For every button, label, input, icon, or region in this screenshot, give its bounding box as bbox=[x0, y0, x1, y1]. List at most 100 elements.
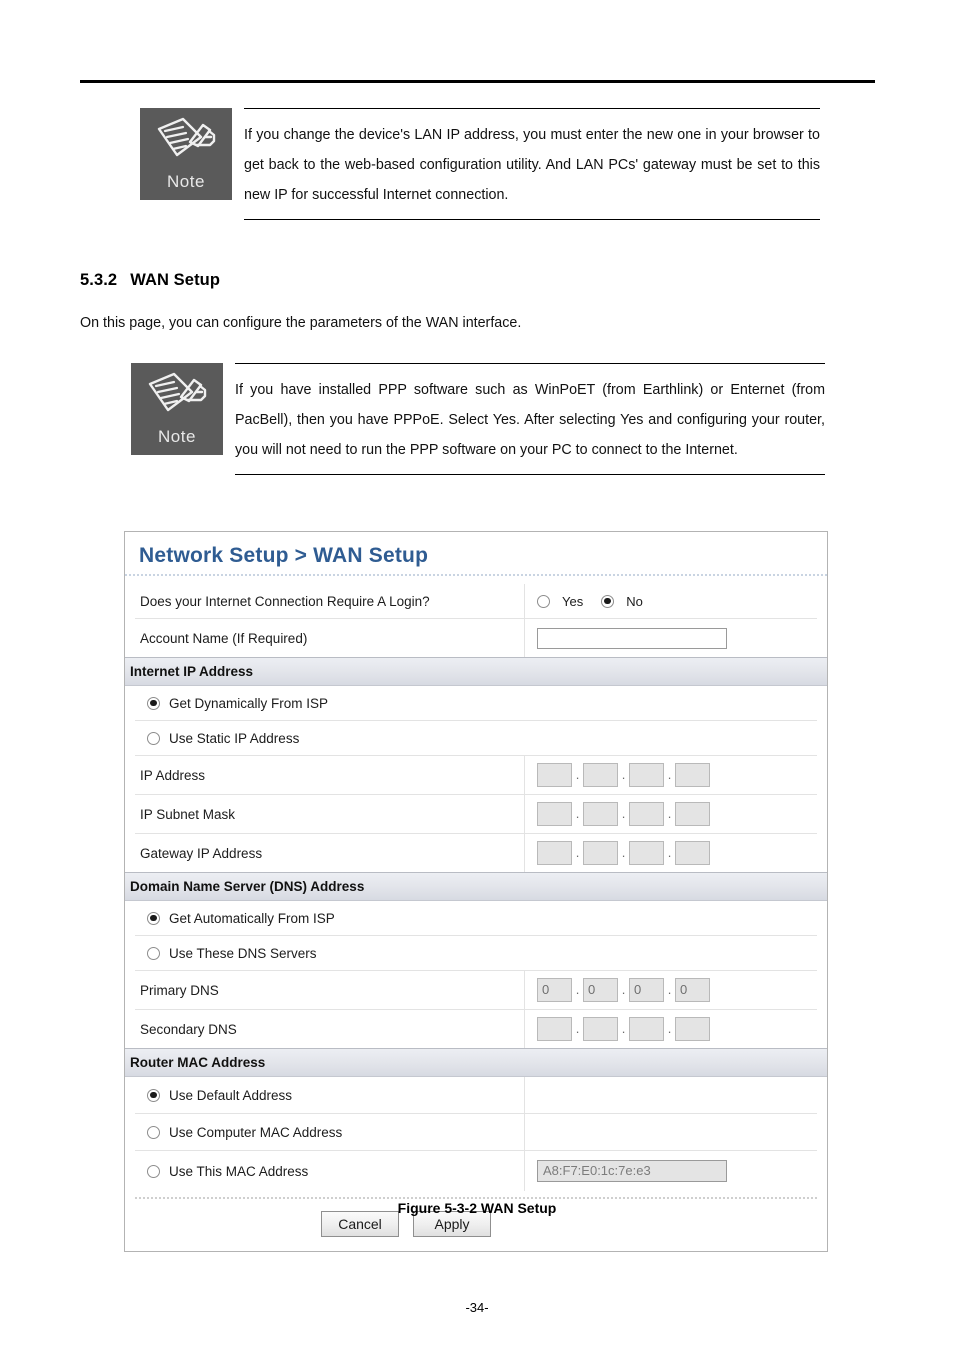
row-mac-computer[interactable]: Use Computer MAC Address bbox=[135, 1114, 817, 1151]
octet-separator: . bbox=[575, 845, 580, 860]
label-account-name: Account Name (If Required) bbox=[135, 619, 525, 657]
octet-group-gateway-ip[interactable]: . . . bbox=[537, 841, 710, 865]
octet-2[interactable]: 0 bbox=[583, 978, 618, 1002]
note-icon: Note bbox=[131, 363, 223, 455]
option-get-dynamically[interactable]: Get Dynamically From ISP bbox=[135, 686, 328, 720]
row-use-static-ip[interactable]: Use Static IP Address bbox=[135, 721, 817, 756]
radio-login-yes[interactable] bbox=[537, 594, 550, 608]
octet-group-ip-subnet-mask[interactable]: . . . bbox=[537, 802, 710, 826]
octet-1[interactable] bbox=[537, 802, 572, 826]
octet-2[interactable] bbox=[583, 841, 618, 865]
value-ip-subnet-mask: . . . bbox=[525, 795, 817, 833]
octet-separator: . bbox=[621, 982, 626, 997]
octet-separator: . bbox=[575, 982, 580, 997]
radio-mac-default[interactable] bbox=[147, 1088, 160, 1102]
option-dns-manual[interactable]: Use These DNS Servers bbox=[135, 936, 317, 970]
label-dns-auto: Get Automatically From ISP bbox=[169, 910, 335, 926]
note-icon-label: Note bbox=[167, 172, 205, 191]
octet-separator: . bbox=[621, 806, 626, 821]
section-intro-text: On this page, you can configure the para… bbox=[80, 315, 522, 331]
octet-4[interactable] bbox=[675, 1017, 710, 1041]
option-mac-default[interactable]: Use Default Address bbox=[135, 1077, 525, 1113]
octet-3[interactable] bbox=[629, 841, 664, 865]
note-body: If you have installed PPP software such … bbox=[235, 363, 825, 475]
value-mac-this: A8:F7:E0:1c:7e:e3 bbox=[525, 1151, 817, 1191]
note-block-lan-ip: Note If you change the device's LAN IP a… bbox=[140, 108, 820, 220]
radio-mac-this[interactable] bbox=[147, 1164, 160, 1178]
row-primary-dns: Primary DNS 0 . 0 . 0 . 0 bbox=[135, 971, 817, 1010]
octet-4[interactable] bbox=[675, 802, 710, 826]
breadcrumb-title: Network Setup > WAN Setup bbox=[139, 544, 429, 567]
mac-address-input[interactable]: A8:F7:E0:1c:7e:e3 bbox=[537, 1160, 727, 1182]
row-dns-manual[interactable]: Use These DNS Servers bbox=[135, 936, 817, 971]
radio-row-mac-this[interactable]: Use This MAC Address bbox=[135, 1164, 308, 1179]
row-gateway-ip-address: Gateway IP Address . . . bbox=[135, 834, 817, 872]
label-dns-manual: Use These DNS Servers bbox=[169, 945, 317, 961]
section-title: WAN Setup bbox=[130, 271, 221, 289]
radio-row-mac-default[interactable]: Use Default Address bbox=[135, 1088, 292, 1103]
radio-row-mac-computer[interactable]: Use Computer MAC Address bbox=[135, 1125, 342, 1140]
row-get-dynamically[interactable]: Get Dynamically From ISP bbox=[135, 686, 817, 721]
page-header-rule bbox=[80, 80, 875, 83]
radio-use-static-ip[interactable] bbox=[147, 731, 160, 745]
note-icon-label: Note bbox=[158, 427, 196, 446]
radio-mac-computer[interactable] bbox=[147, 1125, 160, 1139]
label-use-static-ip: Use Static IP Address bbox=[169, 730, 300, 746]
octet-separator: . bbox=[621, 845, 626, 860]
value-account-name bbox=[525, 619, 817, 657]
octet-1[interactable] bbox=[537, 763, 572, 787]
value-ip-address: . . . bbox=[525, 756, 817, 794]
octet-group-ip-address[interactable]: . . . bbox=[537, 763, 710, 787]
section-heading: 5.3.2 WAN Setup bbox=[80, 271, 220, 290]
figure-caption: Figure 5-3-2 WAN Setup bbox=[397, 1200, 557, 1216]
require-login-radio-group[interactable]: Yes No bbox=[537, 594, 655, 609]
label-get-dynamically: Get Dynamically From ISP bbox=[169, 695, 329, 711]
option-mac-this[interactable]: Use This MAC Address bbox=[135, 1151, 525, 1191]
label-ip-address: IP Address bbox=[135, 756, 525, 794]
row-mac-default[interactable]: Use Default Address bbox=[135, 1077, 817, 1114]
octet-1[interactable] bbox=[537, 841, 572, 865]
label-require-login: Does your Internet Connection Require A … bbox=[135, 584, 525, 618]
option-dns-auto[interactable]: Get Automatically From ISP bbox=[135, 901, 335, 935]
row-dns-auto[interactable]: Get Automatically From ISP bbox=[135, 901, 817, 936]
radio-get-dynamically[interactable] bbox=[147, 696, 160, 710]
label-primary-dns: Primary DNS bbox=[135, 971, 525, 1009]
row-secondary-dns: Secondary DNS . . . bbox=[135, 1010, 817, 1048]
value-primary-dns: 0 . 0 . 0 . 0 bbox=[525, 971, 817, 1009]
octet-2[interactable] bbox=[583, 1017, 618, 1041]
octet-3[interactable] bbox=[629, 1017, 664, 1041]
note-text: If you change the device's LAN IP addres… bbox=[244, 127, 820, 203]
option-use-static-ip[interactable]: Use Static IP Address bbox=[135, 721, 299, 755]
octet-1[interactable] bbox=[537, 1017, 572, 1041]
label-login-no: No bbox=[626, 593, 643, 609]
octet-group-secondary-dns[interactable]: . . . bbox=[537, 1017, 710, 1041]
internet-ip-rows: Get Dynamically From ISP Use Static IP A… bbox=[125, 686, 827, 872]
radio-login-no[interactable] bbox=[601, 594, 615, 608]
value-mac-computer bbox=[525, 1114, 817, 1150]
note-block-pppoe: Note If you have installed PPP software … bbox=[131, 363, 825, 475]
radio-dns-manual[interactable] bbox=[147, 946, 160, 960]
option-mac-computer[interactable]: Use Computer MAC Address bbox=[135, 1114, 525, 1150]
octet-3[interactable] bbox=[629, 802, 664, 826]
row-mac-this[interactable]: Use This MAC Address A8:F7:E0:1c:7e:e3 bbox=[135, 1151, 817, 1191]
note-text: If you have installed PPP software such … bbox=[235, 382, 825, 458]
label-mac-default: Use Default Address bbox=[169, 1087, 293, 1103]
octet-2[interactable] bbox=[583, 763, 618, 787]
radio-dns-auto[interactable] bbox=[147, 911, 160, 925]
octet-group-primary-dns[interactable]: 0 . 0 . 0 . 0 bbox=[537, 978, 710, 1002]
dns-rows: Get Automatically From ISP Use These DNS… bbox=[125, 901, 827, 1048]
octet-3[interactable] bbox=[629, 763, 664, 787]
note-icon: Note bbox=[140, 108, 232, 200]
octet-4[interactable] bbox=[675, 841, 710, 865]
account-name-input[interactable] bbox=[537, 627, 727, 649]
octet-separator: . bbox=[575, 1021, 580, 1036]
label-gateway-ip-address: Gateway IP Address bbox=[135, 834, 525, 872]
octet-4[interactable]: 0 bbox=[675, 978, 710, 1002]
row-ip-address: IP Address . . . bbox=[135, 756, 817, 795]
octet-1[interactable]: 0 bbox=[537, 978, 572, 1002]
octet-separator: . bbox=[667, 1021, 672, 1036]
octet-4[interactable] bbox=[675, 763, 710, 787]
octet-2[interactable] bbox=[583, 802, 618, 826]
octet-3[interactable]: 0 bbox=[629, 978, 664, 1002]
value-mac-default bbox=[525, 1077, 817, 1113]
